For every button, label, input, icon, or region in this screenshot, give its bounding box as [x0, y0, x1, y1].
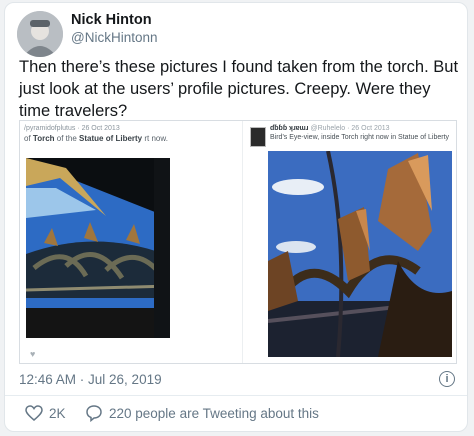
tweeting-about-link[interactable]: 220 people are Tweeting about this	[109, 406, 319, 421]
avatar-photo	[17, 11, 63, 57]
tweet-timestamp[interactable]: 12:46 AM · Jul 26, 2019	[19, 372, 162, 387]
action-divider	[5, 395, 467, 396]
like-heart-icon[interactable]	[25, 405, 43, 421]
heart-icon[interactable]: ♥	[30, 349, 35, 359]
like-count[interactable]: 2K	[49, 406, 66, 421]
reply-bubble-icon[interactable]	[85, 404, 103, 422]
right-post-meta: ɗɓɓɓ ʞɹɐɯɹ @Ruhelelo · 26 Oct 2013	[270, 125, 390, 132]
right-user-avatar	[250, 127, 266, 147]
author-handle[interactable]: @NickHintonn	[71, 30, 157, 45]
embedded-screenshot[interactable]: /pyramidofplutus · 26 Oct 2013 of Torch …	[19, 120, 457, 364]
tweet-text: Then there’s these pictures I found take…	[19, 58, 459, 120]
author-avatar[interactable]	[17, 11, 63, 57]
left-torch-photo	[26, 158, 170, 338]
left-post-caption: of Torch of the Statue of Liberty rt now…	[24, 134, 168, 143]
left-post-meta: /pyramidofplutus · 26 Oct 2013	[24, 125, 120, 132]
tweet-card: Nick Hinton @NickHintonn Then there’s th…	[4, 2, 468, 432]
right-torch-photo	[268, 151, 452, 357]
embed-divider	[242, 121, 243, 363]
info-icon[interactable]: i	[439, 371, 455, 387]
author-name[interactable]: Nick Hinton	[71, 12, 152, 28]
right-post-caption: Bird's Eye-view, inside Torch right now …	[270, 134, 450, 141]
